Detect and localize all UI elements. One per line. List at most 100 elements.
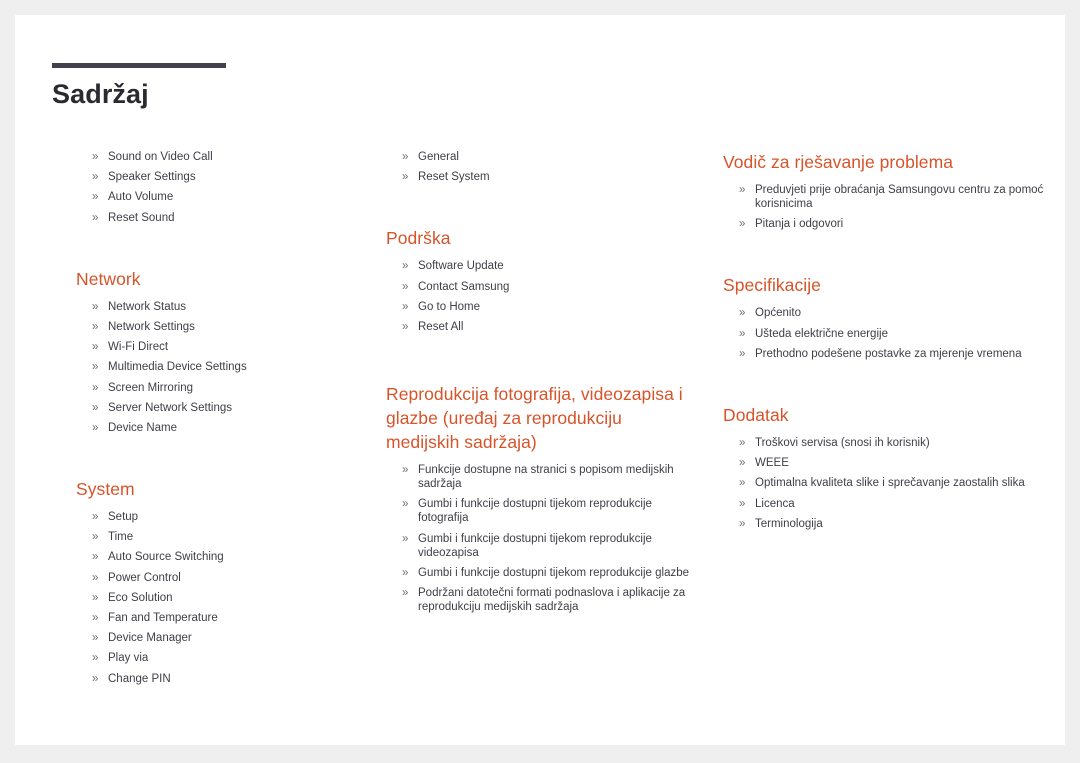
toc-entry[interactable]: » Software Update: [402, 259, 696, 273]
chevron-double-right-icon: »: [739, 184, 746, 196]
chevron-double-right-icon: »: [92, 591, 99, 604]
chevron-double-right-icon: »: [92, 551, 99, 564]
toc-entry-label: Wi-Fi Direct: [108, 341, 169, 354]
toc-entry[interactable]: » Optimalna kvaliteta slike i sprečavanje…: [739, 476, 1053, 490]
toc-entry-label: Network Status: [108, 300, 186, 313]
chevron-double-right-icon: »: [92, 361, 99, 374]
toc-entry[interactable]: » Pitanja i odgovori: [739, 217, 1053, 231]
toc-column-left: » Sound on Video Call » Speaker Settings » Au…: [76, 150, 376, 692]
title-block: Sadržaj: [52, 63, 452, 108]
toc-entry-label: Server Network Settings: [108, 401, 232, 414]
heading-spacer: [76, 291, 376, 300]
toc-entry[interactable]: » Play via: [92, 651, 376, 665]
toc-list: » General » Reset System: [386, 150, 696, 184]
section-heading: Dodatak: [723, 404, 789, 425]
toc-entry-label: WEEE: [755, 457, 789, 470]
toc-section: Network» Network Status» Network Settings»…: [76, 267, 376, 435]
toc-entry[interactable]: » Power Control: [92, 571, 376, 585]
toc-entry[interactable]: » Reset System: [402, 170, 696, 184]
toc-entry[interactable]: » Server Network Settings: [92, 401, 376, 415]
toc-entry-label: Network Settings: [108, 320, 195, 333]
toc-entry[interactable]: » Funkcije dostupne na stranici s popisom…: [402, 463, 696, 491]
toc-list: » Preduvjeti prije obraćanja Samsungovu c…: [723, 183, 1053, 231]
chevron-double-right-icon: »: [402, 566, 409, 579]
toc-entry[interactable]: » Gumbi i funkcije dostupni tijekom repro…: [402, 532, 696, 560]
chevron-double-right-icon: »: [92, 171, 99, 184]
toc-entry[interactable]: » Network Settings: [92, 320, 376, 334]
toc-entry[interactable]: » Network Status: [92, 300, 376, 314]
toc-entry[interactable]: » Reset All: [402, 320, 696, 334]
chevron-double-right-icon: »: [92, 320, 99, 333]
toc-entry[interactable]: » Device Manager: [92, 631, 376, 645]
toc-entry[interactable]: » Preduvjeti prije obraćanja Samsungovu c…: [739, 183, 1053, 211]
toc-entry[interactable]: » Speaker Settings: [92, 170, 376, 184]
chevron-double-right-icon: »: [92, 511, 99, 524]
heading-spacer: [723, 174, 1053, 183]
toc-entry-label: Software Update: [418, 260, 504, 273]
toc-entry[interactable]: » Terminologija: [739, 517, 1053, 531]
chevron-double-right-icon: »: [92, 381, 99, 394]
toc-entry[interactable]: » WEEE: [739, 456, 1053, 470]
title-rule: [52, 63, 226, 68]
toc-list: » Sound on Video Call » Speaker Settings » Au…: [76, 150, 376, 225]
chevron-double-right-icon: »: [739, 517, 746, 530]
toc-list: » Općenito » Ušteda električne energije » Pre…: [723, 306, 1053, 360]
toc-entry-label: Device Name: [108, 421, 178, 434]
toc-entry[interactable]: » Troškovi servisa (snosi ih korisnik): [739, 436, 1053, 450]
chevron-double-right-icon: »: [739, 347, 746, 360]
toc-entry[interactable]: » Go to Home: [402, 300, 696, 314]
chevron-double-right-icon: »: [92, 652, 99, 665]
toc-entry[interactable]: » Wi-Fi Direct: [92, 340, 376, 354]
toc-entry[interactable]: » Auto Source Switching: [92, 550, 376, 564]
toc-entry[interactable]: » Multimedia Device Settings: [92, 360, 376, 374]
section-heading: Specifikacije: [723, 275, 821, 296]
toc-entry-label: Licenca: [755, 497, 795, 510]
toc-entry[interactable]: » Sound on Video Call: [92, 150, 376, 164]
toc-section: Specifikacije » Općenito » Ušteda električne…: [723, 273, 1053, 360]
chevron-double-right-icon: »: [739, 457, 746, 470]
chevron-double-right-icon: »: [402, 320, 409, 333]
toc-entry[interactable]: » Setup: [92, 510, 376, 524]
toc-entry-label: Screen Mirroring: [108, 381, 193, 394]
toc-entry[interactable]: » General: [402, 150, 696, 164]
toc-entry[interactable]: » Fan and Temperature: [92, 611, 376, 625]
toc-entry[interactable]: » Prethodno podešene postavke za mjerenje…: [739, 347, 1053, 361]
toc-entry-label: Podržani datotečni formati podnaslova i …: [418, 586, 686, 613]
toc-entry[interactable]: » Ušteda električne energije: [739, 327, 1053, 341]
chevron-double-right-icon: »: [402, 498, 409, 511]
toc-entry[interactable]: » Općenito: [739, 306, 1053, 320]
chevron-double-right-icon: »: [739, 477, 746, 490]
toc-entry-label: Multimedia Device Settings: [108, 361, 247, 374]
chevron-double-right-icon: »: [92, 612, 99, 624]
chevron-double-right-icon: »: [402, 586, 409, 599]
heading-spacer: [76, 501, 376, 510]
chevron-double-right-icon: »: [92, 341, 99, 354]
toc-entry-label: Gumbi i funkcije dostupni tijekom reprod…: [418, 566, 690, 579]
toc-entry[interactable]: » Eco Solution: [92, 591, 376, 605]
toc-entry[interactable]: » Podržani datotečni formati podnaslova i…: [402, 586, 696, 614]
toc-entry[interactable]: » Contact Samsung: [402, 280, 696, 294]
toc-entry[interactable]: » Gumbi i funkcije dostupni tijekom repro…: [402, 566, 696, 580]
toc-entry[interactable]: » Change PIN: [92, 672, 376, 686]
chevron-double-right-icon: »: [402, 532, 409, 545]
toc-entry[interactable]: » Reset Sound: [92, 211, 376, 225]
toc-entry[interactable]: » Device Name: [92, 421, 376, 435]
toc-entry[interactable]: » Screen Mirroring: [92, 381, 376, 395]
toc-entry[interactable]: » Time: [92, 530, 376, 544]
toc-entry-label: Device Manager: [108, 632, 192, 645]
toc-column-middle: » General » Reset System Podrška » Software Up…: [386, 150, 696, 620]
toc-entry[interactable]: » Licenca: [739, 497, 1053, 511]
section-heading: System: [76, 479, 135, 500]
toc-entry-label: Eco Solution: [108, 591, 173, 604]
toc-entry[interactable]: » Gumbi i funkcije dostupni tijekom repro…: [402, 497, 696, 525]
chevron-double-right-icon: »: [92, 632, 99, 645]
document-page: Sadržaj » Sound on Video Call » Speaker Set…: [15, 15, 1065, 745]
toc-entry[interactable]: » Auto Volume: [92, 190, 376, 204]
chevron-double-right-icon: »: [402, 171, 409, 184]
chevron-double-right-icon: »: [402, 280, 409, 293]
chevron-double-right-icon: »: [402, 464, 409, 477]
